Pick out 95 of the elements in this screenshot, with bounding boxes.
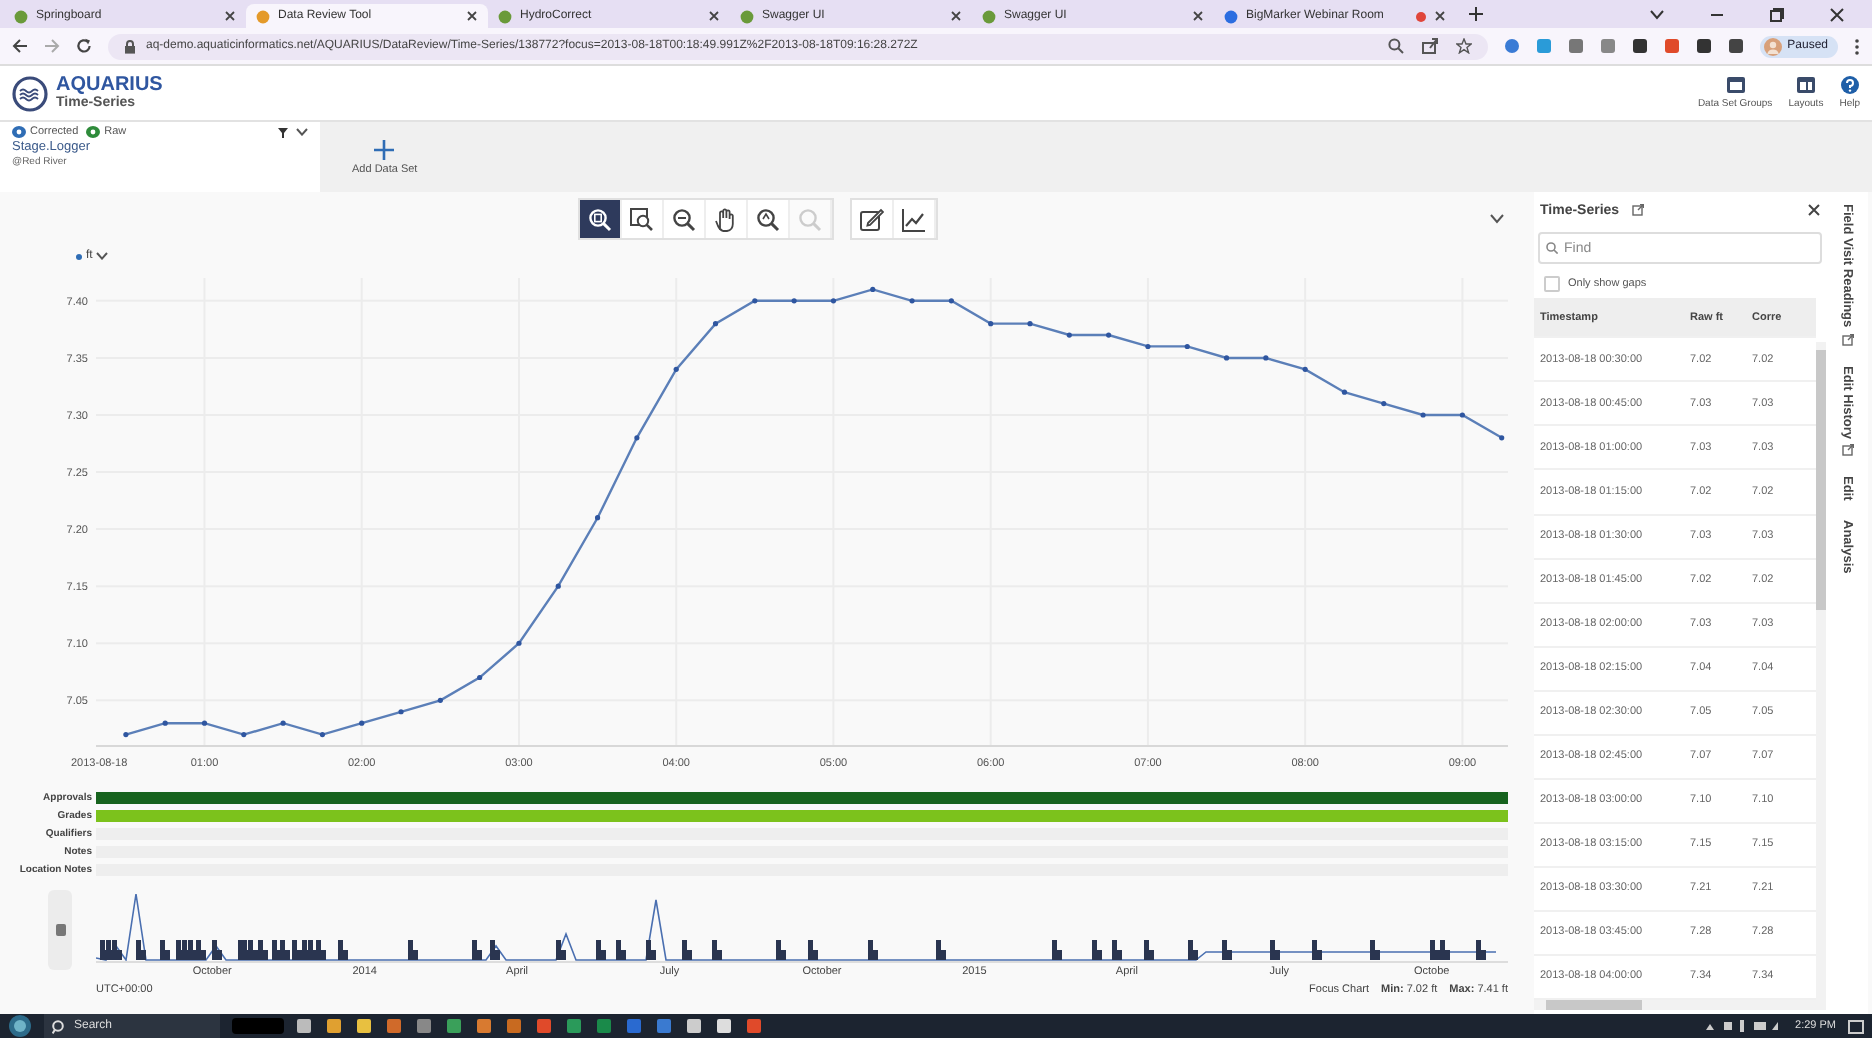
- logo-title: AQUARIUS: [56, 76, 163, 96]
- data-point: [1066, 332, 1072, 338]
- data-point: [870, 286, 876, 292]
- data-point: [1106, 332, 1112, 338]
- search-icon: [1546, 242, 1558, 254]
- close-icon[interactable]: [950, 10, 962, 22]
- eye-icon[interactable]: [12, 126, 26, 138]
- data-point: [830, 298, 837, 304]
- eye-icon[interactable]: [86, 126, 101, 138]
- data-point: [398, 709, 404, 715]
- close-icon[interactable]: [1830, 7, 1844, 21]
- data-point: [437, 697, 443, 703]
- chart-tool-button[interactable]: [580, 200, 622, 238]
- data-point: [948, 298, 954, 304]
- data-point: [673, 366, 679, 372]
- site-icon: [982, 9, 996, 23]
- site-icon: [1224, 9, 1238, 23]
- reload-icon[interactable]: [76, 38, 92, 54]
- data-point: [162, 720, 168, 726]
- site-icon: [740, 9, 754, 23]
- data-point: [909, 298, 915, 304]
- scrollbar[interactable]: [1534, 1000, 1826, 1010]
- chevron-down-icon[interactable]: [296, 128, 308, 136]
- data-point: [1420, 412, 1426, 418]
- app-thumbnail[interactable]: [232, 1018, 284, 1034]
- data-point: [1184, 343, 1190, 350]
- data-point: [1459, 412, 1465, 418]
- close-icon[interactable]: [466, 10, 478, 22]
- magnifier-icon: [588, 207, 612, 231]
- data-point: [359, 720, 365, 726]
- site-icon: [498, 9, 512, 23]
- zoom-out-icon: [672, 207, 696, 231]
- site-icon: [14, 9, 28, 23]
- checkbox[interactable]: [1544, 275, 1560, 291]
- data-point: [752, 298, 758, 304]
- scrollbar[interactable]: [1816, 342, 1826, 1000]
- edit-icon: [860, 207, 884, 231]
- data-point: [1341, 389, 1348, 395]
- chevron-down-icon[interactable]: [1650, 9, 1664, 19]
- data-point: [1145, 343, 1151, 350]
- zoom-box-icon: [630, 207, 654, 231]
- back-arrow-icon[interactable]: [12, 38, 28, 54]
- tray-icons-icon[interactable]: [1703, 1020, 1784, 1032]
- grip-icon: [55, 924, 65, 936]
- close-icon[interactable]: [708, 10, 720, 22]
- hand-icon: [714, 207, 738, 231]
- data-point: [988, 321, 994, 327]
- data-point: [241, 732, 247, 738]
- search-icon: [52, 1019, 66, 1033]
- data-point: [201, 720, 208, 726]
- data-point: [516, 640, 522, 646]
- data-point: [1263, 355, 1269, 361]
- filter-icon[interactable]: [278, 127, 288, 137]
- lock-icon: [124, 39, 136, 53]
- data-point: [595, 515, 601, 521]
- plus-icon: [374, 139, 395, 159]
- chart-line-icon: [902, 207, 926, 231]
- logo-icon: [12, 75, 48, 111]
- star-icon[interactable]: [1455, 38, 1472, 54]
- layout-icon: [1795, 76, 1816, 94]
- close-icon[interactable]: [224, 10, 236, 22]
- data-point: [791, 298, 797, 304]
- close-icon[interactable]: [1808, 204, 1820, 216]
- start-icon[interactable]: [8, 1014, 32, 1038]
- data-point: [1223, 355, 1230, 361]
- data-point: [1381, 400, 1387, 407]
- avatar-icon: [1763, 37, 1782, 55]
- close-icon[interactable]: [1434, 10, 1446, 22]
- data-point: [319, 732, 325, 738]
- external-link-icon[interactable]: [1631, 204, 1644, 216]
- help-icon: [1839, 76, 1860, 94]
- close-icon[interactable]: [1192, 10, 1204, 22]
- data-point: [1499, 435, 1505, 441]
- data-point: [1302, 366, 1308, 372]
- magnifier-icon[interactable]: [1387, 38, 1404, 54]
- more-menu-icon[interactable]: [1854, 37, 1860, 55]
- chevron-down-icon: [96, 252, 109, 260]
- restore-icon[interactable]: [1770, 7, 1784, 21]
- data-point: [477, 674, 483, 681]
- magnifier-icon: [756, 207, 780, 231]
- share-icon[interactable]: [1421, 38, 1438, 54]
- new-tab-icon[interactable]: [1468, 6, 1484, 22]
- data-point: [555, 583, 561, 589]
- data-point: [280, 720, 286, 726]
- range-handle[interactable]: [48, 890, 72, 970]
- data-point: [712, 321, 719, 327]
- data-point: [1027, 321, 1033, 327]
- series-dot-icon: [76, 253, 82, 259]
- magnifier-icon: [798, 207, 822, 231]
- site-icon: [256, 9, 270, 23]
- notification-icon[interactable]: [1848, 1019, 1864, 1033]
- window-icon: [1725, 76, 1746, 94]
- chevron-down-icon[interactable]: [1490, 214, 1504, 224]
- data-point: [634, 435, 640, 441]
- data-point: [123, 732, 129, 738]
